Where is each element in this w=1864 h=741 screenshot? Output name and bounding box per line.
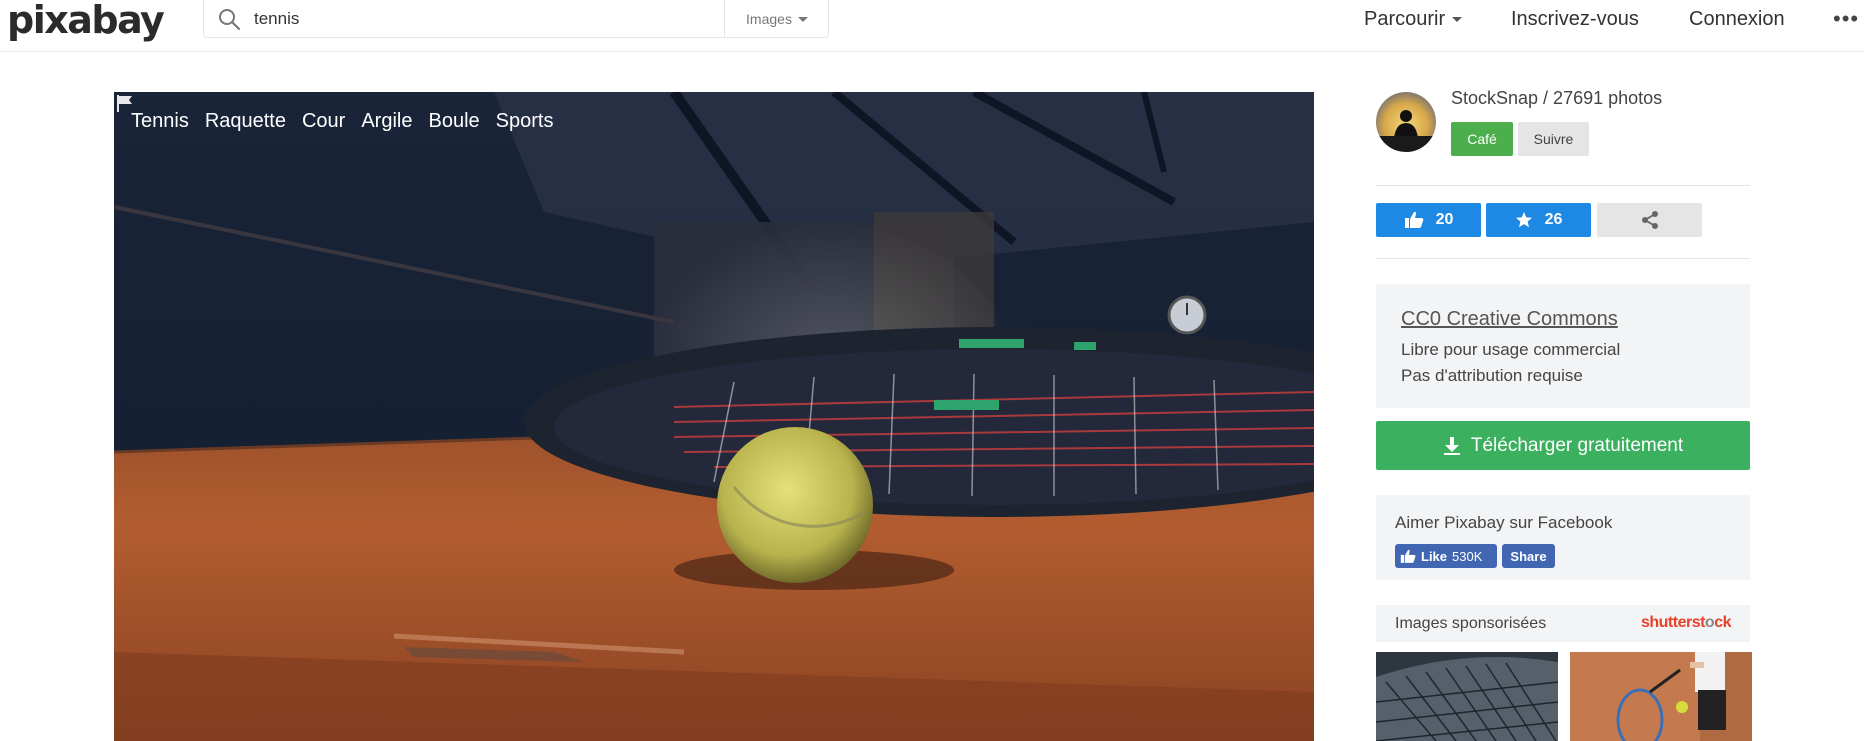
facebook-title: Aimer Pixabay sur Facebook [1395,513,1613,532]
tag-list: Tennis Raquette Cour Argile Boule Sports [131,110,553,133]
author-link[interactable]: StockSnap / 27691 photos [1451,88,1662,109]
sponsored-thumbnail[interactable] [1570,652,1752,741]
thumbs-up-icon [1404,211,1423,228]
search-input[interactable] [254,6,714,32]
download-label: Télécharger gratuitement [1470,434,1684,456]
browse-menu[interactable]: Parcourir [1364,0,1463,38]
main-photo[interactable]: Tennis Raquette Cour Argile Boule Sports [114,92,1314,741]
sponsored-header: Images sponsorisées shutterstock [1376,605,1750,642]
license-link[interactable]: CC0 Creative Commons [1401,308,1618,331]
logo[interactable]: pixabay [7,0,165,40]
sponsored-title: Images sponsorisées [1395,615,1547,632]
facebook-like-count: 530K [1452,548,1483,564]
sponsored-image [1376,652,1558,741]
flag-icon[interactable] [114,92,136,114]
shutterstock-logo[interactable]: shutterstock [1640,614,1732,632]
divider [1376,185,1750,186]
photo-image [114,92,1314,741]
shutterstock-logo-part-c: ck [1714,614,1731,631]
facebook-like-label: Like [1421,548,1448,564]
chevron-down-icon [1452,16,1463,22]
share-button[interactable] [1597,203,1702,237]
star-icon [1515,212,1532,228]
like-button[interactable]: 20 [1376,203,1481,237]
download-button[interactable]: Télécharger gratuitement [1376,421,1750,470]
search-type-dropdown[interactable]: Images [724,0,829,38]
coffee-button[interactable]: Café [1451,122,1513,156]
like-count: 20 [1435,211,1454,228]
facebook-like-button[interactable]: Like 530K [1395,544,1497,568]
favorite-count: 26 [1544,211,1563,228]
facebook-box: Aimer Pixabay sur Facebook Like 530K Sha… [1376,495,1750,580]
license-attribution-text: Pas d'attribution requise [1401,366,1583,385]
tag-ball[interactable]: Boule [428,110,479,133]
signup-link[interactable]: Inscrivez-vous [1511,0,1639,38]
tag-sports[interactable]: Sports [496,110,554,133]
chevron-down-icon [797,16,808,22]
license-box: CC0 Creative Commons Libre pour usage co… [1376,284,1750,408]
browse-label: Parcourir [1364,7,1446,30]
shutterstock-logo-part-a: shutterst [1640,614,1705,631]
top-bar: pixabay Images Parcourir Inscrivez-vous … [0,0,1864,52]
thumbs-up-icon [1400,549,1416,563]
more-menu-icon[interactable]: ••• [1833,0,1859,38]
tag-racket[interactable]: Raquette [205,110,286,133]
search-box: Images [203,0,829,38]
share-icon [1641,211,1658,229]
download-icon [1443,436,1460,455]
shutterstock-logo-part-b: o [1704,614,1715,631]
login-link[interactable]: Connexion [1689,0,1785,38]
avatar[interactable] [1376,92,1436,152]
search-type-label: Images [746,11,792,27]
license-commercial-text: Libre pour usage commercial [1401,340,1621,359]
favorite-button[interactable]: 26 [1486,203,1591,237]
sponsored-thumbnail[interactable] [1376,652,1558,741]
search-icon[interactable] [217,7,241,31]
facebook-share-button[interactable]: Share [1502,544,1555,568]
sponsored-image [1570,652,1752,741]
avatar-image [1376,92,1436,152]
tag-tennis[interactable]: Tennis [131,110,189,133]
follow-button[interactable]: Suivre [1518,122,1589,156]
tag-court[interactable]: Cour [302,110,345,133]
divider [1376,258,1750,259]
tag-clay[interactable]: Argile [361,110,412,133]
